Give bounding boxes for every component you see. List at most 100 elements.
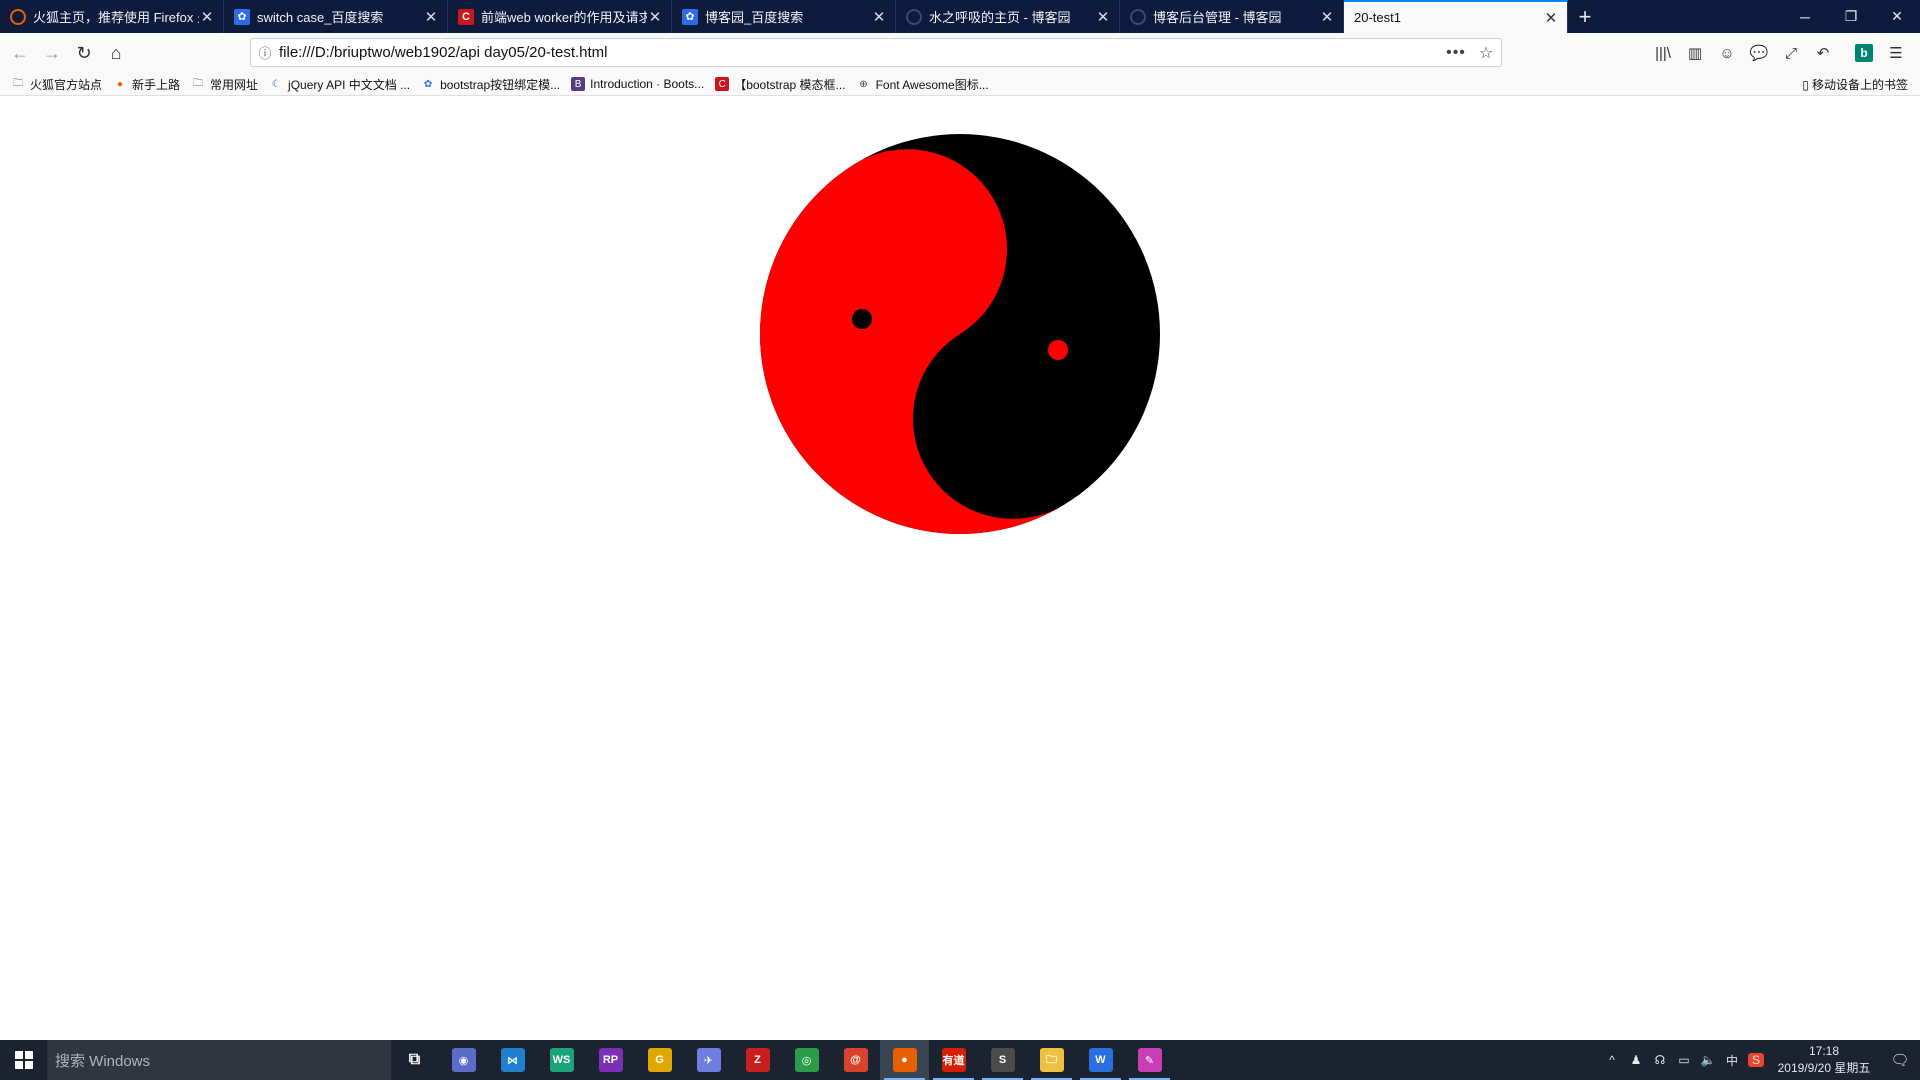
menu-icon[interactable]: ☰ [1880, 37, 1912, 69]
battery-icon[interactable]: ▭ [1672, 1053, 1696, 1067]
url-text[interactable]: file:///D:/briuptwo/web1902/api day05/20… [279, 44, 1441, 61]
bookmark-item[interactable]: ✿ bootstrap按钮绑定模... [421, 76, 560, 93]
csdn-icon: C [458, 8, 474, 25]
show-hidden-icons[interactable]: ^ [1600, 1053, 1624, 1067]
mobile-bookmarks[interactable]: ▯ 移动设备上的书签 [1802, 76, 1908, 93]
tab-bar: 火狐主页，推荐使用 Firefox 火 ✕ ✿ switch case_百度搜索 ✕ C 前… [0, 0, 1920, 33]
tab-title: 火狐主页，推荐使用 Firefox 火 [33, 10, 199, 25]
close-tab-icon[interactable]: ✕ [1095, 8, 1111, 26]
taskbar-app[interactable]: S [978, 1040, 1027, 1080]
sidebar-icon[interactable]: ▥ [1679, 37, 1711, 69]
library-icon[interactable]: |||\ [1647, 37, 1679, 69]
mobile-bookmarks-label: 移动设备上的书签 [1811, 78, 1908, 92]
close-tab-icon[interactable]: ✕ [871, 8, 887, 26]
pen-app-icon: ✎ [1137, 1048, 1162, 1072]
windows-taskbar: 搜索 Windows ⧉ ◉ ⋈ WS RP G ✈ Z ◎ @ ● 有道 S 🗀 W ✎ ^ ♟ ☊ ▭ 🔈 中 S 1… [0, 1040, 1920, 1080]
close-tab-icon[interactable]: ✕ [1543, 9, 1559, 27]
sogou-icon[interactable]: S [1748, 1053, 1764, 1067]
bookmark-item[interactable]: ☾ jQuery API 中文文档 ... [269, 76, 411, 93]
bookmark-item[interactable]: 🗀 常用网址 [191, 76, 258, 93]
taskbar-app[interactable]: 🗀 [1027, 1040, 1076, 1080]
home-button[interactable]: ⌂ [100, 37, 132, 69]
taskbar-app[interactable]: ◎ [782, 1040, 831, 1080]
bookmark-item[interactable]: B Introduction · Boots... [571, 77, 704, 91]
close-tab-icon[interactable]: ✕ [199, 8, 215, 26]
csdn-icon: C [715, 77, 730, 91]
tab-title: 水之呼吸的主页 - 博客园 [929, 10, 1071, 25]
taskbar-app[interactable]: 有道 [929, 1040, 978, 1080]
browser-tab[interactable]: C 前端web worker的作用及请求 ✕ [448, 0, 672, 33]
filezilla-icon: Z [745, 1048, 770, 1072]
chat-icon[interactable]: 💬 [1743, 37, 1775, 69]
site-info-icon[interactable]: ⓘ [251, 43, 279, 62]
taskbar-app[interactable]: ⧉ [390, 1040, 439, 1080]
taskbar-app[interactable]: WS [537, 1040, 586, 1080]
start-button[interactable] [0, 1040, 47, 1080]
forward-button[interactable]: → [36, 37, 68, 69]
bookmark-item[interactable]: C 【bootstrap 模态框... [715, 76, 846, 93]
taskbar-app[interactable]: W [1076, 1040, 1125, 1080]
clock[interactable]: 17:18 2019/9/20 星期五 [1768, 1043, 1880, 1077]
taskbar-app[interactable]: G [635, 1040, 684, 1080]
new-tab-button[interactable]: + [1568, 0, 1602, 33]
taskbar-app[interactable]: ⋈ [488, 1040, 537, 1080]
undo-icon[interactable]: ↶ [1807, 37, 1839, 69]
browser-tab[interactable]: 火狐主页，推荐使用 Firefox 火 ✕ [0, 0, 224, 33]
tab-title: switch case_百度搜索 [257, 10, 384, 25]
bookmark-label: 【bootstrap 模态框... [734, 77, 846, 92]
bookmark-item[interactable]: ⊕ Font Awesome图标... [857, 76, 988, 93]
taskbar-app[interactable]: ● [880, 1040, 929, 1080]
action-center-icon[interactable]: 🗨 [1880, 1051, 1920, 1069]
screenshot-icon[interactable]: ⤢ [1775, 37, 1807, 69]
volume-icon[interactable]: 🔈 [1696, 1053, 1720, 1067]
close-window-button[interactable]: ✕ [1874, 0, 1920, 33]
cnblogs-icon [1130, 8, 1146, 25]
browser-tab[interactable]: ✿ 博客园_百度搜索 ✕ [672, 0, 896, 33]
browser-tab[interactable]: 20-test1 ✕ [1344, 0, 1568, 33]
yin-yang-dot-dark [852, 309, 872, 329]
address-bar[interactable]: ⓘ file:///D:/briuptwo/web1902/api day05/… [250, 38, 1502, 67]
chrome-icon: ◎ [794, 1048, 819, 1072]
bookmark-item[interactable]: ● 新手上路 [113, 76, 180, 93]
taskbar-app[interactable]: @ [831, 1040, 880, 1080]
browser-tab[interactable]: 水之呼吸的主页 - 博客园 ✕ [896, 0, 1120, 33]
bookmark-item[interactable]: 🗀 火狐官方站点 [11, 76, 102, 93]
taskbar-app[interactable]: ✈ [684, 1040, 733, 1080]
taskbar-apps: ⧉ ◉ ⋈ WS RP G ✈ Z ◎ @ ● 有道 S 🗀 W ✎ [390, 1040, 1174, 1080]
browser-tab[interactable]: ✿ switch case_百度搜索 ✕ [224, 0, 448, 33]
qq-icon[interactable]: ♟ [1624, 1053, 1648, 1067]
taskbar-app[interactable]: ✎ [1125, 1040, 1174, 1080]
bookmark-label: bootstrap按钮绑定模... [440, 77, 561, 92]
close-tab-icon[interactable]: ✕ [423, 8, 439, 26]
restore-button[interactable]: ❐ [1828, 0, 1874, 33]
tab-title: 博客园_百度搜索 [705, 10, 804, 25]
taskbar-search-box[interactable]: 搜索 Windows [47, 1040, 391, 1080]
axure-rp-icon: RP [598, 1048, 623, 1072]
yin-yang-dot-red [1048, 340, 1068, 360]
tab-title: 20-test1 [1354, 10, 1401, 25]
account-icon[interactable]: ☺ [1711, 37, 1743, 69]
bookmark-star-icon[interactable]: ☆ [1471, 43, 1501, 63]
yin-yang-symbol [760, 134, 1160, 534]
reload-button[interactable]: ↻ [68, 37, 100, 69]
cnblogs-icon [906, 8, 922, 25]
clock-time: 17:18 [1808, 1044, 1840, 1058]
page-actions-button[interactable]: ••• [1441, 44, 1471, 62]
taskbar-app[interactable]: RP [586, 1040, 635, 1080]
close-tab-icon[interactable]: ✕ [1319, 8, 1335, 26]
taskbar-app[interactable]: Z [733, 1040, 782, 1080]
network-icon[interactable]: ☊ [1648, 1053, 1672, 1067]
browser-tab[interactable]: 博客后台管理 - 博客园 ✕ [1120, 0, 1344, 33]
minimize-button[interactable]: ─ [1782, 0, 1828, 33]
bootstrap-icon: B [571, 77, 586, 91]
bookmark-label: 新手上路 [132, 77, 181, 92]
tab-title: 博客后台管理 - 博客园 [1153, 10, 1282, 25]
bing-icon[interactable]: b [1855, 44, 1873, 62]
taskbar-app[interactable]: ◉ [439, 1040, 488, 1080]
input-method-icon[interactable]: 中 [1720, 1052, 1744, 1069]
sublime-icon: S [990, 1048, 1015, 1072]
close-tab-icon[interactable]: ✕ [647, 8, 663, 26]
file-explorer-icon: 🗀 [1039, 1048, 1064, 1072]
back-button[interactable]: ← [4, 37, 36, 69]
task-view-icon: ⧉ [408, 1051, 421, 1068]
